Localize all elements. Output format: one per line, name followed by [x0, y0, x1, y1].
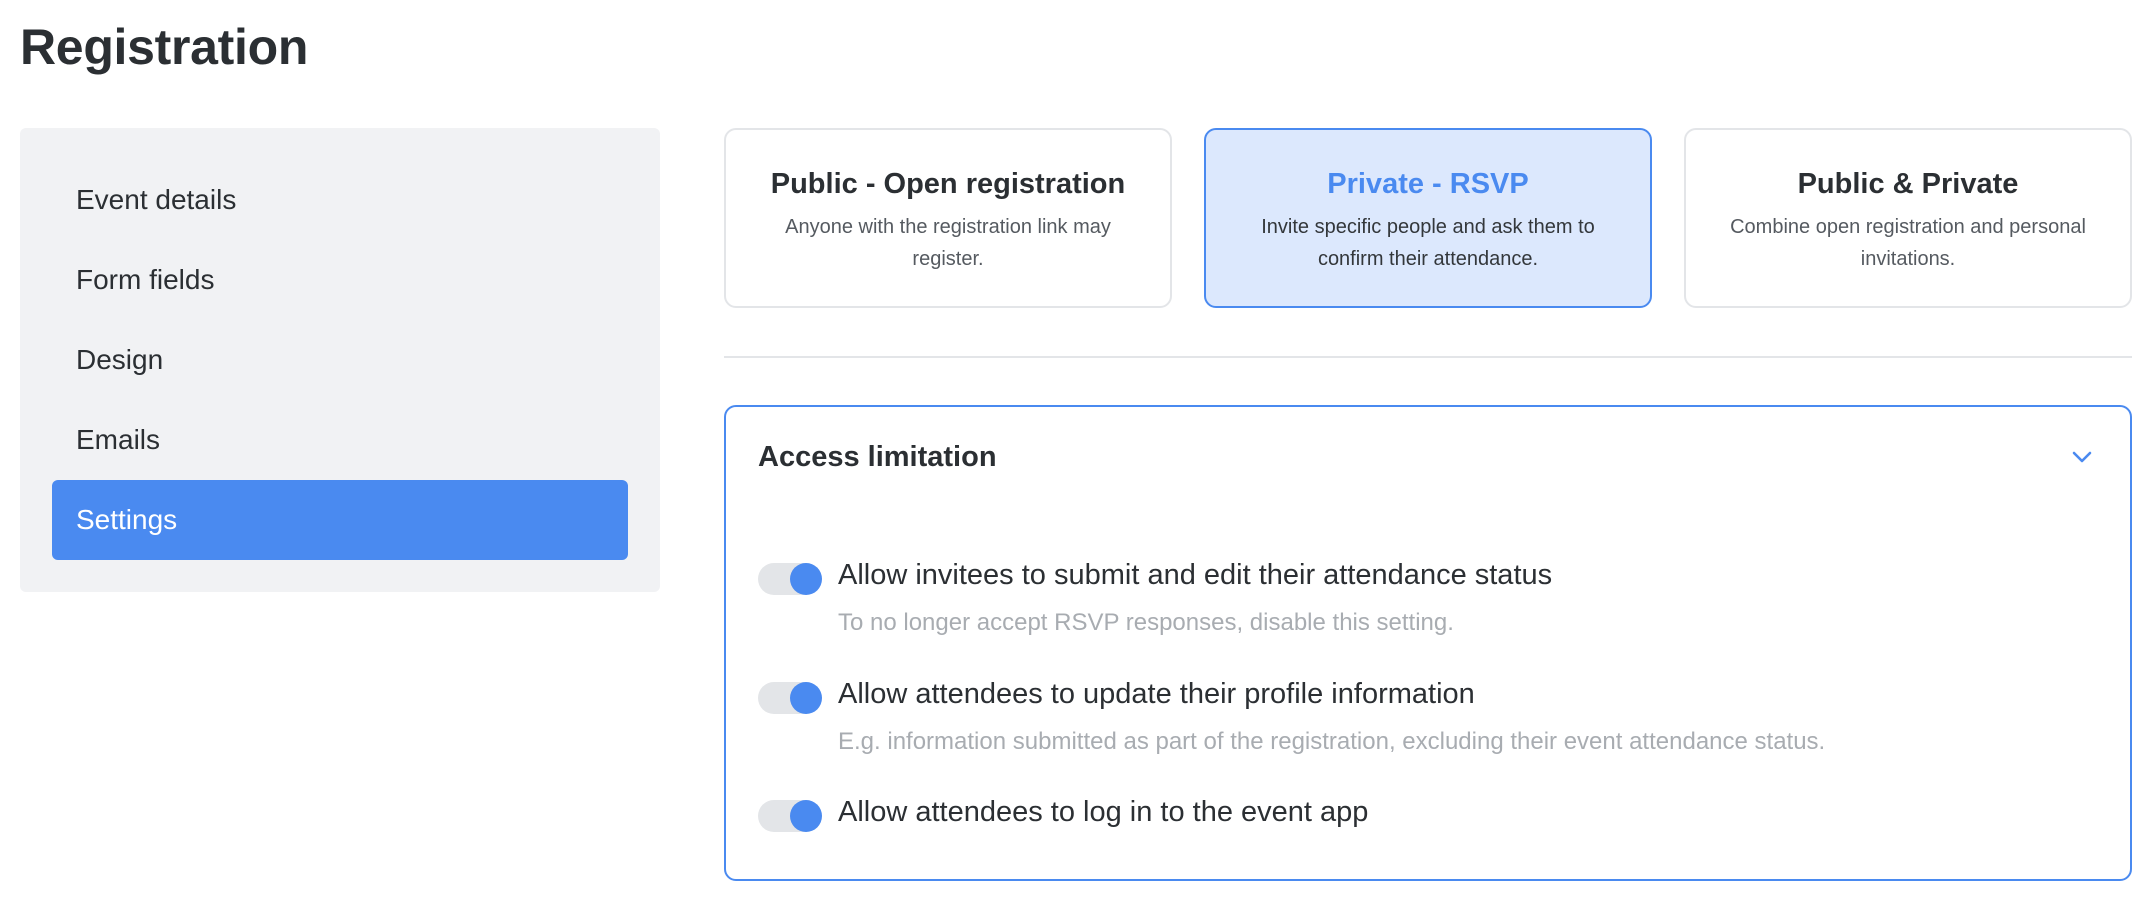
setting-help-text: E.g. information submitted as part of th… — [838, 728, 1826, 755]
attendance-status-toggle[interactable] — [758, 563, 822, 595]
registration-type-private-card[interactable]: Private - RSVP Invite specific people an… — [1204, 128, 1652, 308]
access-limitation-panel: Access limitation Allow invitees to subm… — [724, 405, 2132, 881]
sidebar: Event details Form fields Design Emails … — [20, 128, 660, 592]
profile-update-toggle[interactable] — [758, 682, 822, 714]
sidebar-item-event-details[interactable]: Event details — [52, 160, 628, 240]
card-description: Anyone with the registration link may re… — [785, 216, 1111, 270]
setting-help-text: To no longer accept RSVP responses, disa… — [838, 609, 1454, 636]
sidebar-item-design[interactable]: Design — [52, 320, 628, 400]
card-title: Public - Open registration — [770, 168, 1126, 200]
chevron-down-icon[interactable] — [2070, 445, 2094, 469]
setting-label: Allow attendees to log in to the event a… — [838, 796, 1369, 828]
sidebar-item-label: Form fields — [76, 264, 215, 295]
sidebar-item-label: Emails — [76, 424, 161, 455]
setting-label: Allow invitees to submit and edit their … — [838, 559, 1553, 591]
card-title: Public & Private — [1797, 168, 2019, 200]
card-description: Combine open registration and personal i… — [1730, 216, 2086, 270]
card-description: Invite specific people and ask them to c… — [1261, 216, 1595, 270]
registration-type-public-card[interactable]: Public - Open registration Anyone with t… — [724, 128, 1172, 308]
registration-type-public-private-card[interactable]: Public & Private Combine open registrati… — [1684, 128, 2132, 308]
toggle-knob — [790, 563, 822, 595]
event-app-login-toggle[interactable] — [758, 800, 822, 832]
sidebar-item-label: Settings — [76, 504, 178, 535]
sidebar-item-emails[interactable]: Emails — [52, 400, 628, 480]
sidebar-item-settings[interactable]: Settings — [52, 480, 628, 560]
toggle-knob — [790, 800, 822, 832]
setting-label: Allow attendees to update their profile … — [838, 678, 1475, 710]
toggle-knob — [790, 682, 822, 714]
divider — [724, 356, 2132, 358]
sidebar-item-label: Event details — [76, 184, 237, 215]
panel-title: Access limitation — [758, 441, 997, 473]
sidebar-item-form-fields[interactable]: Form fields — [52, 240, 628, 320]
page-title: Registration — [20, 19, 309, 75]
card-title: Private - RSVP — [1327, 168, 1529, 200]
sidebar-item-label: Design — [76, 344, 164, 375]
